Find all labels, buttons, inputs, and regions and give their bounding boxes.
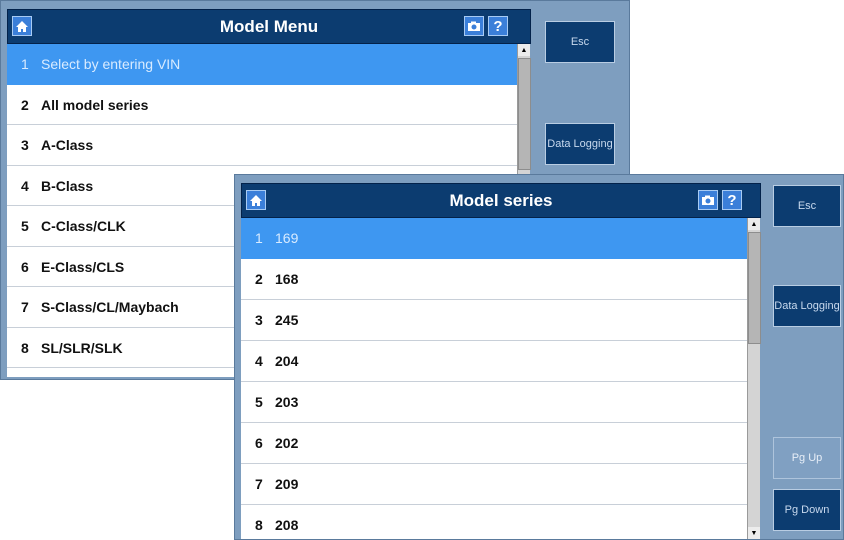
list-item[interactable]: 8 208 (241, 505, 747, 539)
model-series-header: Model series ? (241, 183, 761, 218)
list-item-label: 245 (275, 312, 299, 328)
list-item-number: 1 (21, 56, 29, 72)
page-down-button[interactable]: Pg Down (773, 489, 841, 531)
list-item-label: All model series (41, 96, 149, 113)
list-item-label: 169 (275, 230, 299, 246)
home-button[interactable] (246, 190, 266, 210)
list-item-number: 8 (255, 517, 263, 533)
data-logging-button-label: Data Logging (774, 300, 840, 312)
list-item-label: 204 (275, 353, 299, 369)
home-icon (16, 20, 28, 32)
list-item[interactable]: 7 209 (241, 464, 747, 505)
list-item-label: 202 (275, 435, 299, 451)
list-item-label: Select by entering VIN (41, 56, 181, 72)
camera-button[interactable] (698, 190, 718, 210)
help-icon: ? (727, 191, 737, 209)
model-series-window: Model series ? 1 169 2 168 3 245 4 204 5 203 6 202 7… (234, 174, 844, 540)
scroll-down-arrow-icon[interactable]: ▼ (748, 527, 760, 539)
list-item-label: C-Class/CLK (41, 218, 126, 234)
list-item[interactable]: 5 203 (241, 382, 747, 423)
list-item-number: 7 (255, 476, 263, 492)
list-item-number: 4 (21, 177, 29, 194)
list-item-number: 3 (21, 137, 29, 153)
list-item-label: SL/SLR/SLK (41, 339, 123, 356)
list-item-number: 1 (255, 230, 263, 246)
scroll-up-arrow-icon[interactable]: ▲ (748, 218, 760, 230)
list-item-number: 4 (255, 353, 263, 369)
data-logging-button-label: Data Logging (547, 138, 613, 150)
data-logging-button[interactable]: Data Logging (773, 285, 841, 327)
scroll-up-arrow-icon[interactable]: ▲ (518, 44, 530, 56)
list-item-label: B-Class (41, 177, 94, 194)
list-item-number: 8 (21, 339, 29, 356)
list-item-label: 203 (275, 394, 299, 410)
list-item-number: 6 (21, 258, 29, 275)
camera-button[interactable] (464, 16, 484, 36)
model-series-title: Model series (449, 191, 553, 210)
list-item-number: 2 (255, 271, 263, 287)
list-item-label: 208 (275, 517, 299, 533)
list-item[interactable]: 1 169 (241, 218, 747, 259)
scroll-thumb[interactable] (748, 232, 761, 344)
page-up-button[interactable]: Pg Up (773, 437, 841, 479)
model-menu-title: Model Menu (219, 17, 319, 36)
list-item-label: 209 (275, 476, 299, 492)
list-item-label: 168 (275, 271, 299, 287)
help-button[interactable]: ? (488, 16, 508, 36)
esc-button[interactable]: Esc (773, 185, 841, 227)
model-series-list: 1 169 2 168 3 245 4 204 5 203 6 202 7 209 8 208 (241, 218, 747, 539)
data-logging-button[interactable]: Data Logging (545, 123, 615, 165)
page-up-button-label: Pg Up (791, 452, 823, 464)
home-button[interactable] (12, 16, 32, 36)
esc-button[interactable]: Esc (545, 21, 615, 63)
list-item-number: 7 (21, 299, 29, 315)
list-item-label: S-Class/CL/Maybach (41, 299, 179, 315)
home-icon (250, 194, 262, 206)
list-item[interactable]: 3 A-Class (7, 125, 517, 166)
list-item[interactable]: 6 202 (241, 423, 747, 464)
list-item[interactable]: 2 168 (241, 259, 747, 300)
list-item-number: 5 (255, 394, 263, 410)
list-item[interactable]: 3 245 (241, 300, 747, 341)
list-item-number: 3 (255, 312, 263, 328)
list-item[interactable]: 2 All model series (7, 85, 517, 125)
esc-button-label: Esc (570, 36, 590, 48)
page-down-button-label: Pg Down (784, 504, 830, 516)
list-item-label: E-Class/CLS (41, 258, 125, 275)
scroll-thumb[interactable] (518, 58, 531, 170)
list-item-label: A-Class (41, 137, 94, 153)
help-button[interactable]: ? (722, 190, 742, 210)
esc-button-label: Esc (797, 200, 817, 212)
list-item-number: 6 (255, 435, 263, 451)
list-item-number: 2 (21, 96, 29, 113)
model-series-scrollbar[interactable]: ▲ ▼ (747, 218, 761, 539)
list-item[interactable]: 4 204 (241, 341, 747, 382)
list-item[interactable]: 1 Select by entering VIN (7, 44, 517, 85)
camera-icon (468, 21, 480, 31)
model-menu-header: Model Menu ? (7, 9, 531, 44)
camera-icon (702, 195, 714, 205)
list-item-number: 5 (21, 218, 29, 234)
help-icon: ? (493, 17, 503, 35)
